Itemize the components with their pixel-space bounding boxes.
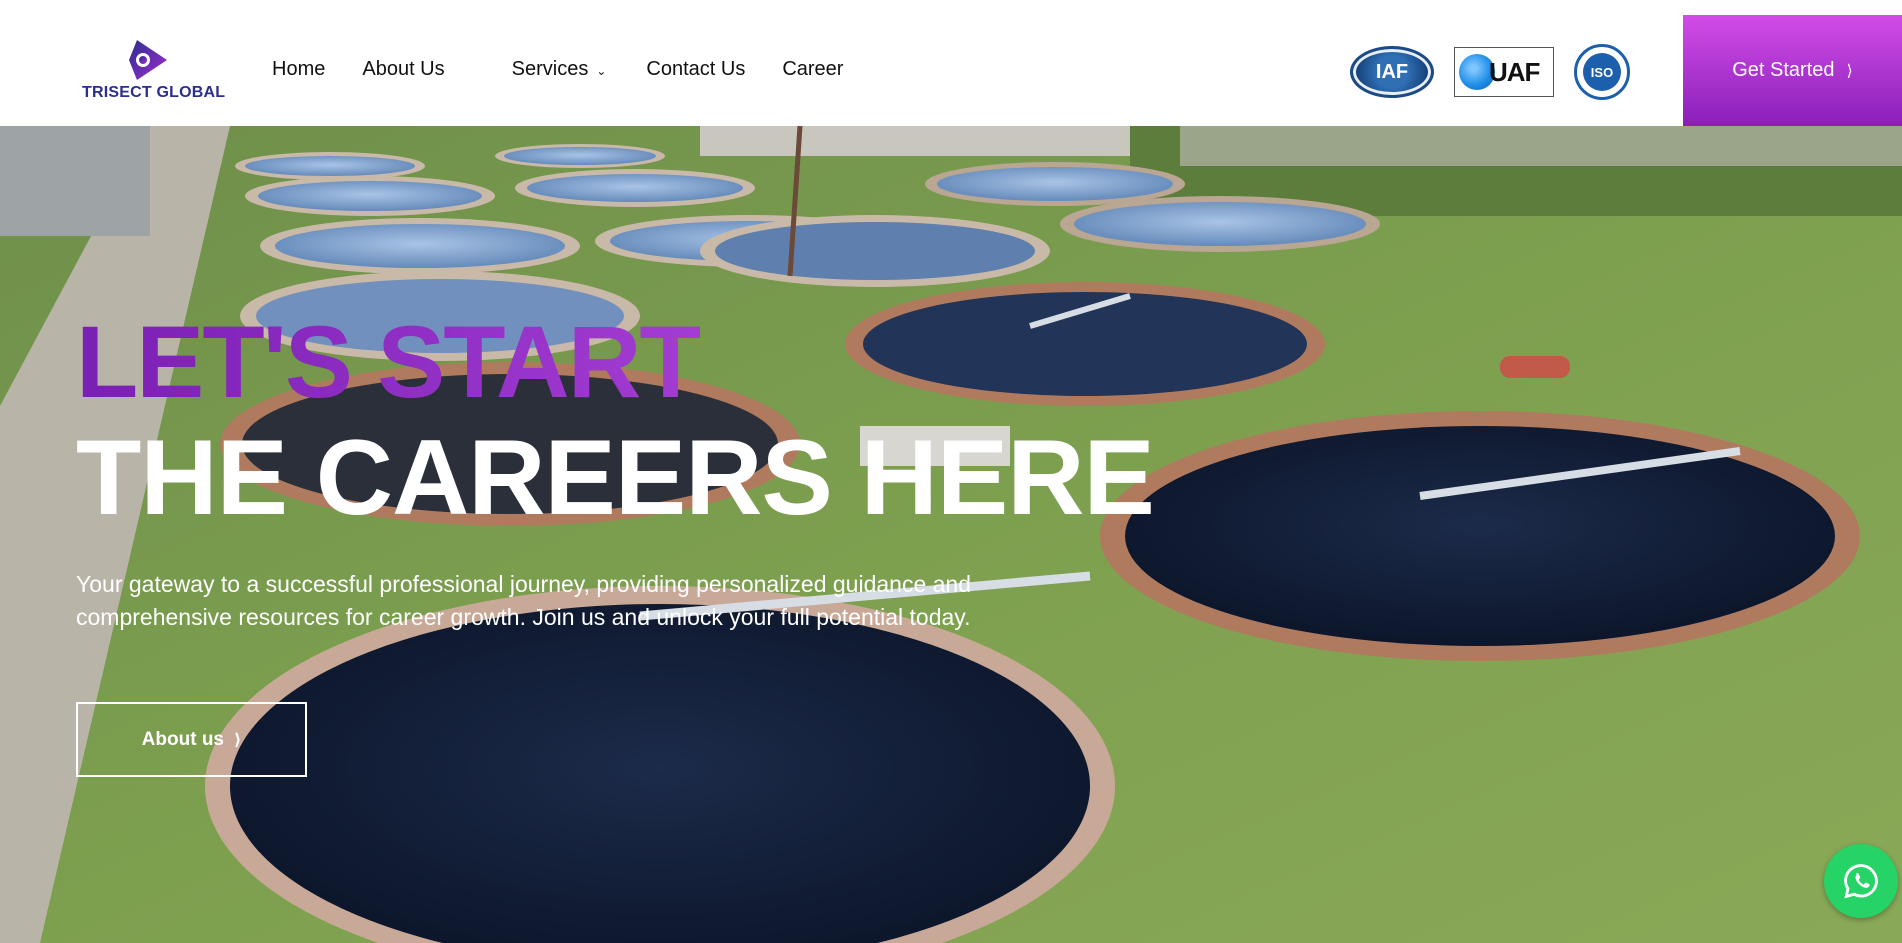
whatsapp-icon	[1844, 864, 1878, 899]
brand-logo[interactable]: TRISECT GLOBAL	[78, 38, 226, 104]
brand-name: TRISECT GLOBAL	[82, 84, 226, 101]
nav-services-label: Services	[511, 58, 589, 80]
iso-badge-text: ISO	[1590, 64, 1614, 80]
main-nav: Home About Us Services ⌄ Contact Us Care…	[272, 58, 880, 81]
certification-badges: IAF UAF ISO	[1350, 44, 1630, 100]
hero-headline-line2: THE CAREERS HERE	[76, 417, 1155, 537]
get-started-label: Get Started	[1732, 59, 1835, 81]
iaf-badge-text: IAF	[1375, 60, 1409, 83]
nav-services[interactable]: Services ⌄	[512, 58, 607, 81]
nav-career[interactable]: Career	[782, 58, 843, 81]
whatsapp-button[interactable]	[1824, 844, 1898, 918]
iso-badge: ISO	[1574, 44, 1630, 100]
chevron-down-icon: ⌄	[596, 63, 607, 78]
nav-home[interactable]: Home	[272, 58, 325, 81]
logo-icon	[129, 40, 167, 80]
chevron-right-icon: ⟩	[234, 731, 242, 749]
about-us-button-label: About us	[141, 728, 224, 750]
hero-headline-line1: LET'S START	[76, 305, 702, 419]
hero-section: LET'S START THE CAREERS HERE Your gatewa…	[0, 126, 1902, 943]
about-us-button[interactable]: About us ⟩	[76, 702, 307, 777]
site-header: TRISECT GLOBAL Home About Us Services ⌄ …	[0, 0, 1902, 126]
nav-contact-us[interactable]: Contact Us	[646, 58, 745, 81]
uaf-badge-text: UAF	[1489, 56, 1540, 87]
uaf-badge: UAF	[1454, 47, 1554, 97]
chevron-right-icon: ⟩	[1846, 62, 1853, 80]
get-started-button[interactable]: Get Started ⟩	[1683, 15, 1902, 126]
hero-description: Your gateway to a successful professiona…	[76, 571, 972, 630]
iaf-badge: IAF	[1350, 46, 1434, 98]
nav-about-us[interactable]: About Us	[362, 58, 444, 81]
